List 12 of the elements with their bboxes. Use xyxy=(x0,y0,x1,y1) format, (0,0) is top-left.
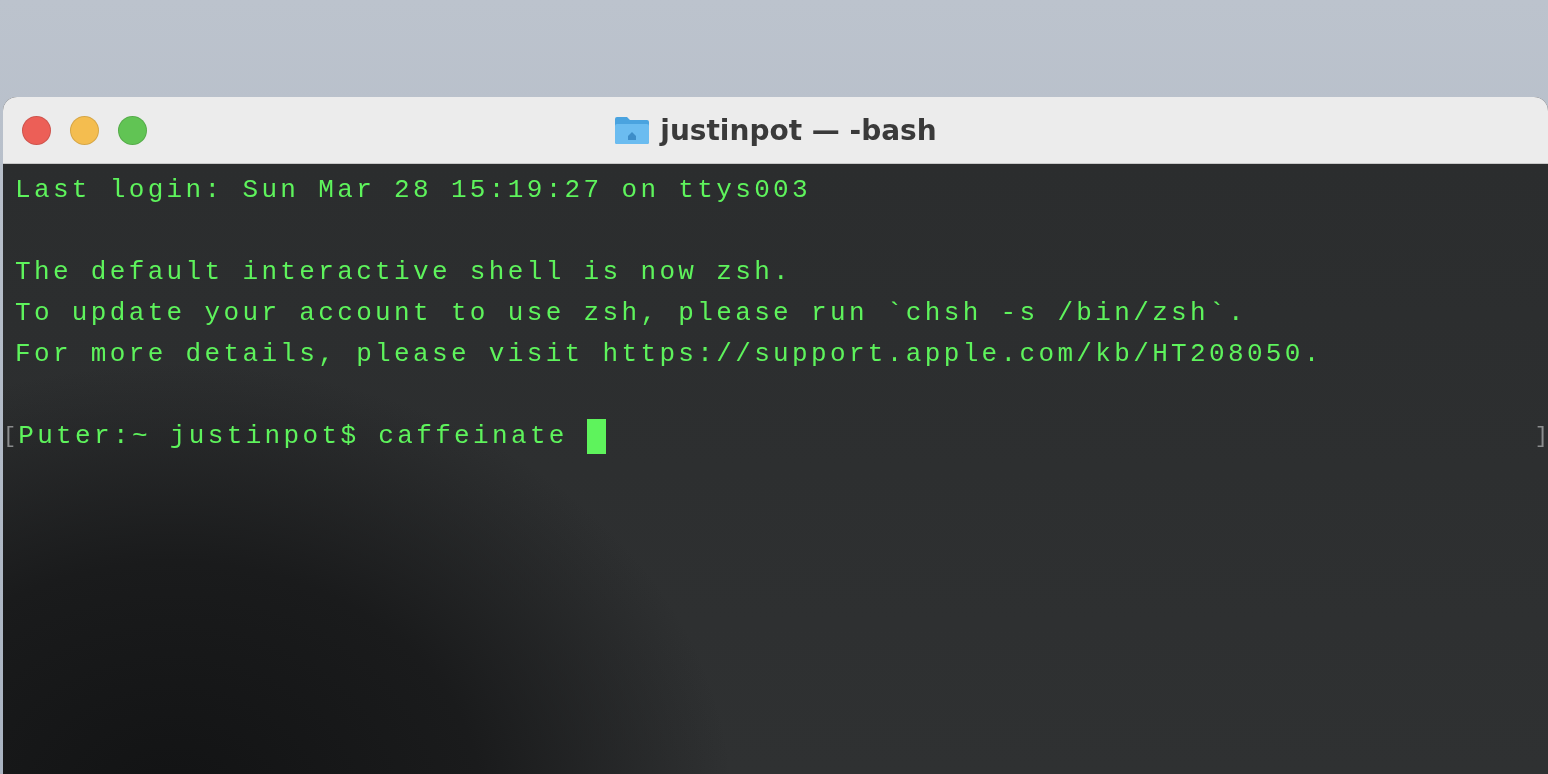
minimize-button[interactable] xyxy=(70,115,99,145)
zoom-button[interactable] xyxy=(118,115,147,145)
prompt-mark: [ xyxy=(3,423,17,451)
terminal-output-line: The default interactive shell is now zsh. xyxy=(15,256,794,289)
prompt-mark: ] xyxy=(1534,423,1548,451)
terminal-output-line: Last login: Sun Mar 28 15:19:27 on ttys003 xyxy=(15,174,812,207)
window-title: justinpot — -bash xyxy=(660,113,937,147)
terminal-output-line: For more details, please visit https://support.apple.com/kb/HT208050. xyxy=(15,338,1324,371)
prompt-line: Puter:~ justinpot$ caffeinate xyxy=(18,420,569,453)
folder-icon xyxy=(614,115,651,145)
terminal-output-line: To update your account to use zsh, please run `chsh -s /bin/zsh`. xyxy=(15,297,1248,330)
close-button[interactable] xyxy=(22,115,51,145)
